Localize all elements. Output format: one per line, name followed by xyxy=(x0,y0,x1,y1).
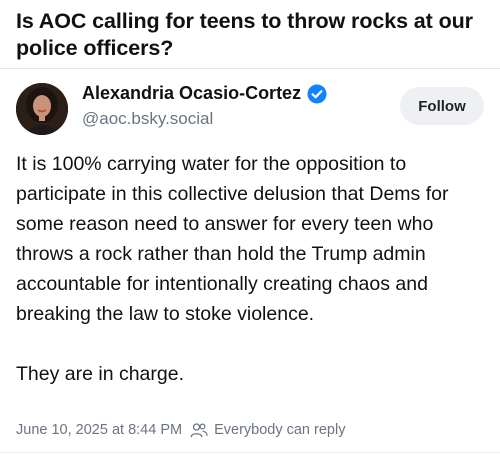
post-card[interactable]: Alexandria Ocasio-Cortez @aoc.bsky.socia… xyxy=(0,68,500,458)
reply-setting[interactable]: Everybody can reply xyxy=(214,422,345,438)
post-body: It is 100% carrying water for the opposi… xyxy=(16,149,491,389)
divider xyxy=(0,452,500,453)
headline: Is AOC calling for teens to throw rocks … xyxy=(16,9,473,60)
author-handle[interactable]: @aoc.bsky.social xyxy=(82,109,213,129)
post-paragraph: They are in charge. xyxy=(16,363,185,385)
post-timestamp[interactable]: June 10, 2025 at 8:44 PM xyxy=(16,422,182,438)
author-name-row: Alexandria Ocasio-Cortez xyxy=(82,83,327,104)
verified-badge-icon xyxy=(307,84,327,104)
author-display-name[interactable]: Alexandria Ocasio-Cortez xyxy=(82,83,301,104)
follow-button[interactable]: Follow xyxy=(400,87,484,125)
people-icon xyxy=(190,422,208,438)
post-paragraph: It is 100% carrying water for the opposi… xyxy=(16,153,449,325)
post-meta: June 10, 2025 at 8:44 PM Everybody can r… xyxy=(16,422,345,438)
avatar[interactable] xyxy=(16,83,68,135)
